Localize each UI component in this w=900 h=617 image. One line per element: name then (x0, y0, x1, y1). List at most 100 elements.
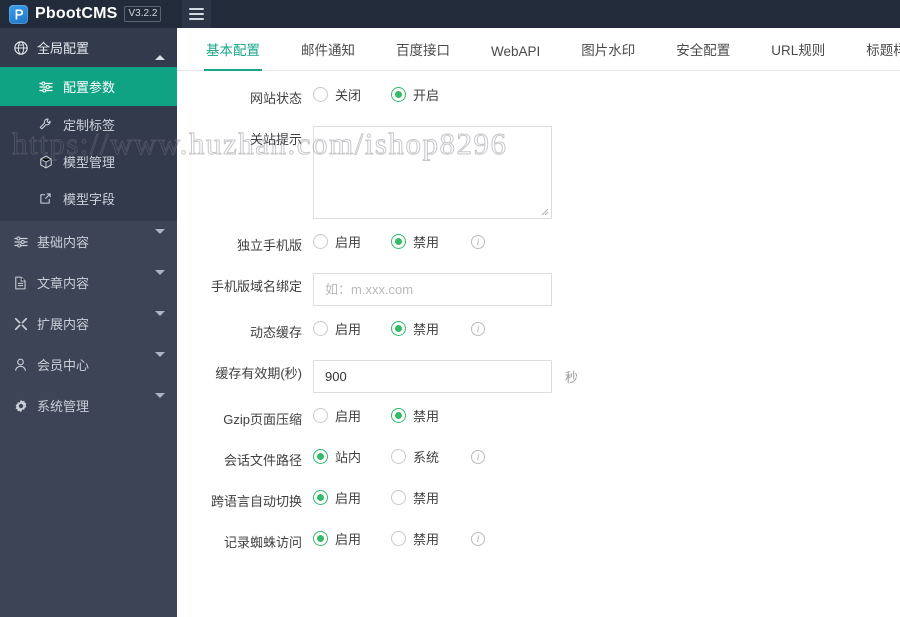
user-icon (14, 358, 32, 372)
radio-lang-auto-switch-enable[interactable]: 启用 (313, 488, 361, 507)
tab-basic-config[interactable]: 基本配置 (204, 39, 262, 71)
sidebar-item-model-fields[interactable]: 模型字段 (0, 180, 177, 217)
sidebar-item-model-manage[interactable]: 模型管理 (0, 143, 177, 180)
radio-session-path-system[interactable]: 系统 (391, 447, 439, 466)
field-control: 启用 禁用 i (313, 319, 900, 338)
radio-site-status-on[interactable]: 开启 (391, 85, 439, 104)
admin-page: PbootCMS V3.2.2 全局配置 配置参数 定制标签 模型管理 模型字段… (0, 0, 900, 617)
field-label: 手机版域名绑定 (210, 279, 302, 294)
radio-dynamic-cache-enable[interactable]: 启用 (313, 319, 361, 338)
radio-circle-selected (391, 234, 407, 249)
tab-url-rules[interactable]: URL规则 (771, 39, 825, 70)
radio-circle (313, 87, 328, 102)
sidebar-item-extension-content[interactable]: 扩展内容 (0, 303, 177, 344)
radio-circle-selected (391, 408, 407, 423)
form-row-site-status: 网站状态 关闭 开启 (177, 85, 900, 113)
tab-bar: 基本配置 邮件通知 百度接口 WebAPI 图片水印 安全配置 URL规则 标题… (177, 28, 900, 71)
brand-name: PbootCMS (35, 5, 118, 22)
info-icon[interactable]: i (471, 531, 486, 546)
sidebar-item-config-params[interactable]: 配置参数 (0, 67, 177, 106)
form-row-gzip: Gzip页面压缩 启用 禁用 (177, 406, 900, 434)
globe-icon (14, 40, 32, 55)
sidebar-item-system-manage[interactable]: 系统管理 (0, 385, 177, 426)
pbootcms-logo-icon (9, 4, 28, 24)
radio-label: 启用 (335, 322, 362, 337)
sidebar-item-label: 配置参数 (63, 80, 116, 95)
tab-title-style[interactable]: 标题样式 (866, 39, 900, 70)
sidebar-item-label: 文章内容 (37, 276, 90, 291)
radio-circle (391, 449, 407, 464)
sidebar-item-member-center[interactable]: 会员中心 (0, 344, 177, 385)
radio-circle-selected (391, 87, 407, 102)
tab-baidu-api[interactable]: 百度接口 (396, 39, 450, 70)
chevron-down-icon (155, 352, 165, 372)
field-label: 网站状态 (249, 91, 302, 106)
radio-session-path-internal[interactable]: 站内 (313, 447, 361, 466)
chevron-down-icon (155, 311, 165, 331)
wrench-icon (39, 118, 56, 131)
field-label: 独立手机版 (236, 238, 302, 253)
field-control: 秒 (313, 360, 900, 393)
info-icon[interactable]: i (471, 449, 486, 464)
radio-label: 禁用 (413, 322, 440, 337)
brand-block: PbootCMS V3.2.2 (0, 0, 177, 28)
radio-label: 开启 (413, 88, 440, 103)
field-label: Gzip页面压缩 (223, 412, 302, 427)
expand-icon (14, 317, 32, 331)
tab-image-watermark[interactable]: 图片水印 (581, 39, 635, 70)
radio-spider-log-disable[interactable]: 禁用 (391, 529, 439, 548)
radio-label: 站内 (335, 450, 362, 465)
sliders-icon (39, 80, 56, 94)
form-row-mobile-domain: 手机版域名绑定 (177, 273, 900, 306)
file-icon (14, 276, 32, 290)
sidebar-item-custom-tags[interactable]: 定制标签 (0, 106, 177, 143)
field-label: 会话文件路径 (223, 453, 302, 468)
textarea-wrap (313, 126, 552, 219)
radio-label: 禁用 (413, 409, 440, 424)
hamburger-menu-icon[interactable] (182, 0, 211, 28)
mobile-domain-input[interactable] (313, 273, 552, 306)
hamburger-bar (189, 18, 204, 20)
tab-mail-notify[interactable]: 邮件通知 (301, 39, 355, 70)
hamburger-bar (189, 13, 204, 15)
field-control: 启用 禁用 i (313, 529, 900, 548)
radio-label: 启用 (335, 532, 362, 547)
radio-spider-log-enable[interactable]: 启用 (313, 529, 361, 548)
chevron-down-icon (155, 270, 165, 290)
radio-dynamic-cache-disable[interactable]: 禁用 (391, 319, 439, 338)
sidebar-group-label: 全局配置 (37, 41, 90, 56)
radio-gzip-enable[interactable]: 启用 (313, 406, 361, 425)
radio-site-status-off[interactable]: 关闭 (313, 85, 361, 104)
sidebar-item-label: 定制标签 (63, 118, 116, 133)
cache-ttl-suffix: 秒 (565, 370, 579, 385)
info-icon[interactable]: i (471, 321, 486, 336)
radio-mobile-standalone-enable[interactable]: 启用 (313, 232, 361, 251)
sidebar-item-label: 扩展内容 (37, 317, 90, 332)
radio-circle-selected (391, 321, 407, 336)
sidebar-item-label: 会员中心 (37, 358, 90, 373)
radio-circle (313, 321, 328, 336)
field-control (313, 273, 900, 306)
radio-circle-selected (313, 531, 328, 546)
radio-gzip-disable[interactable]: 禁用 (391, 406, 439, 425)
tab-webapi[interactable]: WebAPI (491, 44, 540, 70)
external-link-icon (39, 192, 56, 205)
close-tip-textarea[interactable] (313, 126, 552, 219)
radio-lang-auto-switch-disable[interactable]: 禁用 (391, 488, 439, 507)
sidebar-item-article-content[interactable]: 文章内容 (0, 262, 177, 303)
radio-circle (313, 408, 328, 423)
tab-security[interactable]: 安全配置 (676, 39, 730, 70)
field-control: 启用 禁用 i (313, 232, 900, 251)
radio-mobile-standalone-disable[interactable]: 禁用 (391, 232, 439, 251)
field-label: 跨语言自动切换 (210, 494, 302, 509)
field-label: 记录蜘蛛访问 (223, 535, 302, 550)
radio-circle (313, 234, 328, 249)
cube-icon (39, 155, 56, 169)
field-label: 缓存有效期(秒) (215, 366, 302, 381)
radio-label: 启用 (335, 409, 362, 424)
info-icon[interactable]: i (471, 234, 486, 249)
sidebar-group-global-config[interactable]: 全局配置 (0, 28, 177, 67)
gear-icon (14, 399, 32, 413)
cache-ttl-input[interactable] (313, 360, 552, 393)
sidebar-item-basic-content[interactable]: 基础内容 (0, 221, 177, 262)
